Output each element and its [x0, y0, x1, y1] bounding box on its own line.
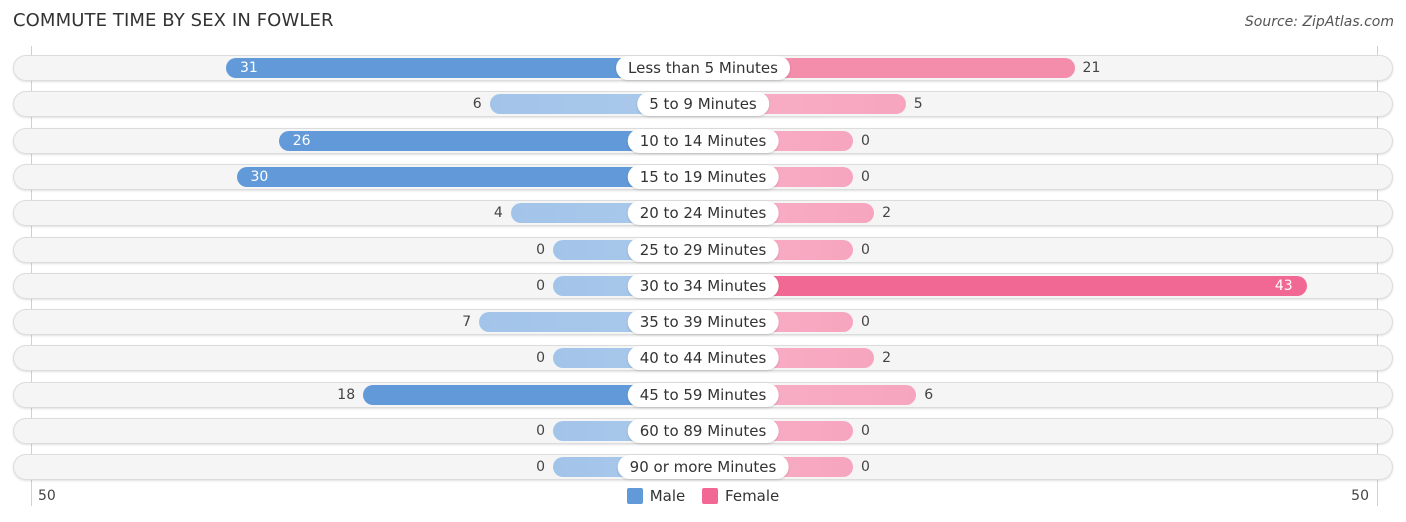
value-label-male: 0	[536, 277, 545, 294]
value-label-female: 43	[1274, 277, 1293, 294]
legend-item-female[interactable]: Female	[702, 487, 779, 505]
value-label-female: 0	[861, 314, 870, 331]
legend: Male Female	[0, 487, 1406, 508]
value-label-female: 6	[924, 386, 934, 403]
chart-area: 31 21 Less than 5 Minutes 6 5 5 to 9 Minutes 2…	[0, 0, 1406, 522]
value-label-male: 18	[337, 386, 356, 403]
value-label-female: 2	[882, 205, 892, 222]
value-label-male: 26	[292, 132, 311, 149]
value-label-female: 21	[1082, 60, 1101, 76]
value-label-male: 30	[250, 168, 269, 185]
category-label: 35 to 39 Minutes	[627, 310, 779, 335]
category-label: 20 to 24 Minutes	[627, 201, 779, 226]
category-label: 5 to 9 Minutes	[637, 92, 769, 117]
category-label: 30 to 34 Minutes	[627, 273, 779, 298]
value-label-female: 0	[861, 459, 870, 476]
category-label: 40 to 44 Minutes	[627, 346, 779, 371]
bar-female[interactable]	[703, 275, 1307, 296]
value-label-female: 0	[861, 168, 870, 185]
value-label-male: 4	[493, 205, 503, 222]
value-label-male: 0	[536, 350, 545, 367]
value-label-female: 5	[913, 96, 923, 113]
value-label-female: 0	[861, 132, 870, 149]
value-label-male: 0	[536, 423, 545, 439]
category-label: 45 to 59 Minutes	[627, 382, 779, 407]
category-label: Less than 5 Minutes	[616, 56, 790, 80]
value-label-male: 0	[536, 459, 545, 476]
value-label-male: 7	[462, 314, 472, 331]
legend-swatch-male	[626, 488, 643, 504]
legend-item-male[interactable]: Male	[626, 487, 686, 505]
value-label-female: 0	[861, 423, 870, 439]
value-label-female: 0	[861, 241, 870, 258]
legend-swatch-female	[702, 488, 719, 504]
category-label: 90 or more Minutes	[617, 455, 789, 480]
legend-label-male: Male	[649, 487, 686, 505]
value-label-male: 6	[472, 96, 482, 113]
value-label-male: 31	[239, 60, 258, 76]
legend-label-female: Female	[725, 487, 780, 505]
value-label-female: 2	[882, 350, 892, 367]
category-label: 15 to 19 Minutes	[627, 164, 779, 189]
category-label: 25 to 29 Minutes	[627, 237, 779, 262]
category-label: 60 to 89 Minutes	[627, 419, 779, 443]
category-label: 10 to 14 Minutes	[627, 128, 779, 153]
value-label-male: 0	[536, 241, 545, 258]
